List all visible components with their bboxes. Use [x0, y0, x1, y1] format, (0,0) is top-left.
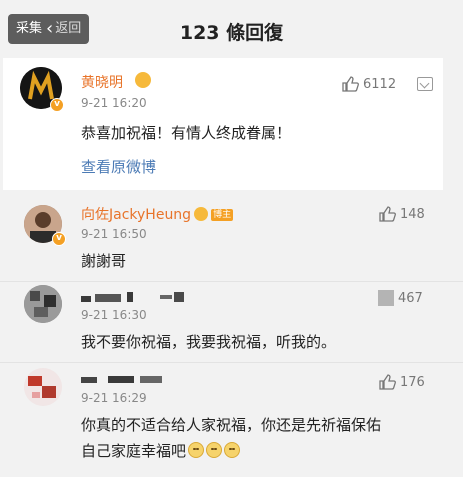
author-badge: 博主 [211, 209, 234, 221]
thumbs-up-icon [378, 290, 394, 306]
reply-item: v 向佐JackyHeung 博主 9-21 16:50 148 謝謝哥 [0, 195, 463, 280]
avatar[interactable] [24, 368, 62, 406]
comment-text: 恭喜加祝福！有情人终成眷属！ [81, 124, 292, 142]
reply-text-line2: 自己家庭幸福吧 [81, 440, 241, 461]
verified-badge-icon: v [52, 232, 66, 246]
comment-author[interactable]: 黄晓明 [81, 72, 123, 92]
avatar[interactable] [24, 285, 62, 323]
reply-text-line1: 你真的不适合给人家祝福，你还是先祈福保佑 [81, 416, 382, 434]
main-comment: v 黄晓明 9-21 16:20 6112 恭喜加祝福！有情人终成眷属！ 查看原… [3, 58, 443, 190]
smile-emoji-icon [188, 442, 205, 458]
smile-emoji-icon [224, 442, 241, 458]
thumbs-up-icon [379, 374, 396, 390]
reply-item: 9-21 16:29 176 你真的不适合给人家祝福，你还是先祈福保佑 自己家庭… [0, 363, 463, 477]
like-count: 467 [398, 290, 423, 306]
top-bar: 采集 ‹ 返回 123 條回復 [0, 0, 463, 62]
reply-text: 我不要你祝福，我要我祝福，听我的。 [81, 333, 337, 351]
vip-crown-icon [135, 72, 151, 88]
reply-author[interactable]: 向佐JackyHeung 博主 [81, 204, 234, 224]
like-count: 6112 [363, 76, 397, 92]
like-count: 148 [400, 206, 425, 222]
vip-crown-icon [194, 207, 209, 221]
smile-emoji-icon [206, 442, 223, 458]
like-count: 176 [400, 374, 425, 390]
reply-author-name: 向佐JackyHeung [81, 207, 192, 223]
reply-time: 9-21 16:30 [81, 308, 147, 322]
comment-time: 9-21 16:20 [81, 96, 147, 110]
like-button[interactable]: 467 [378, 290, 423, 306]
like-button[interactable]: 176 [378, 373, 425, 391]
expand-icon[interactable] [417, 77, 433, 91]
like-button[interactable]: 6112 [341, 75, 396, 93]
page-title: 123 條回復 [179, 22, 284, 44]
reply-time: 9-21 16:29 [81, 391, 147, 405]
reply-time: 9-21 16:50 [81, 227, 147, 241]
verified-badge-icon: v [50, 98, 64, 112]
reply-item: 9-21 16:30 467 我不要你祝福，我要我祝福，听我的。 [0, 282, 463, 362]
reply-text: 謝謝哥 [81, 252, 127, 270]
like-button[interactable]: 148 [378, 205, 425, 223]
view-original-link[interactable]: 查看原微博 [81, 156, 156, 177]
thumbs-up-icon [379, 206, 396, 222]
reply-text-line2-content: 自己家庭幸福吧 [81, 442, 187, 460]
thumbs-up-icon [342, 76, 359, 92]
